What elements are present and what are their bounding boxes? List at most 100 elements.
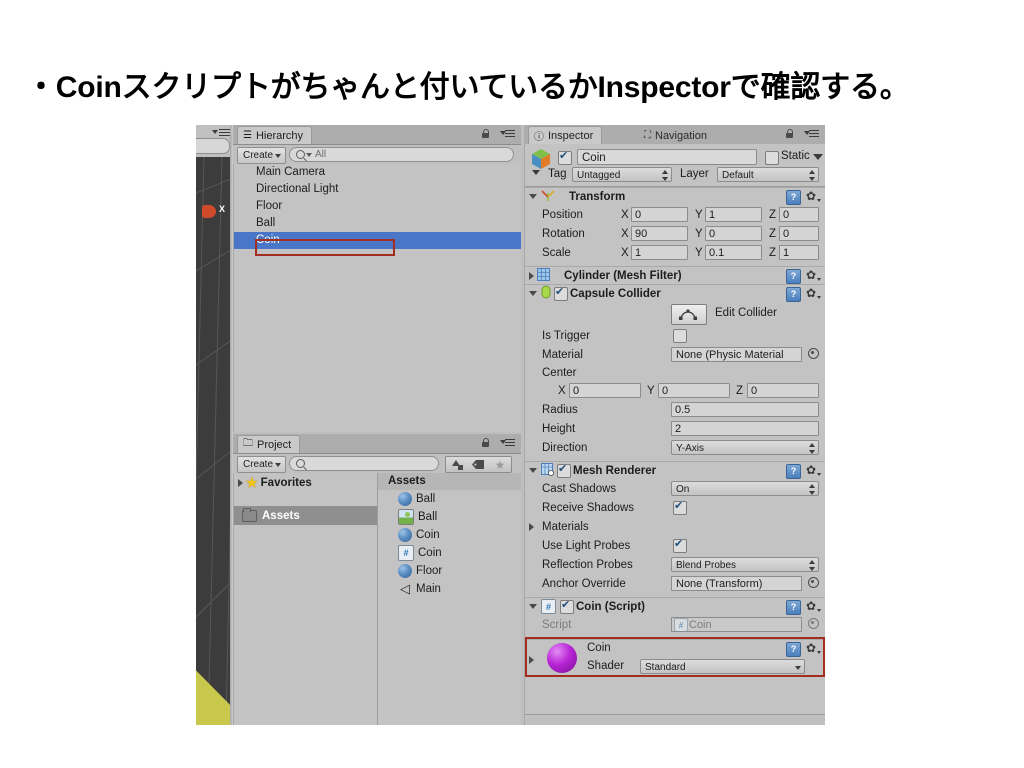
transform-component-header[interactable]: Transform ? ✿ — [525, 187, 825, 205]
chevron-down-icon[interactable] — [529, 194, 537, 199]
scale-z-input[interactable]: 1 — [779, 245, 819, 260]
capsule-collider-enabled-checkbox[interactable] — [554, 286, 568, 301]
receive-shadows-checkbox[interactable] — [673, 500, 687, 515]
project-tree-column[interactable]: ★ Favorites Assets — [234, 473, 378, 725]
help-icon[interactable]: ? — [786, 464, 801, 479]
cast-shadows-dropdown[interactable]: On — [671, 481, 819, 496]
gameobject-icon-caret[interactable] — [532, 170, 540, 175]
coin-script-enabled-checkbox[interactable] — [560, 599, 574, 614]
hierarchy-item-ball[interactable]: Ball — [234, 215, 521, 232]
project-assets-column[interactable]: Assets Ball Ball Coin # Coin Floor ◁ Mai… — [378, 473, 521, 725]
scale-x-input[interactable]: 1 — [631, 245, 688, 260]
hierarchy-list[interactable]: Main Camera Directional Light Floor Ball… — [233, 164, 521, 432]
project-favorites-row[interactable]: ★ Favorites — [234, 473, 377, 493]
center-y-input[interactable]: 0 — [658, 383, 730, 398]
project-asset-list[interactable]: Ball Ball Coin # Coin Floor ◁ Main — [378, 490, 521, 598]
rotation-y-input[interactable]: 0 — [705, 226, 762, 241]
height-input[interactable]: 2 — [671, 421, 819, 436]
capsule-collider-component-header[interactable]: Capsule Collider ? ✿ — [525, 284, 825, 302]
chevron-right-icon[interactable] — [238, 479, 243, 487]
hierarchy-item-floor[interactable]: Floor — [234, 198, 521, 215]
center-z-input[interactable]: 0 — [747, 383, 819, 398]
object-picker-icon[interactable] — [808, 348, 819, 359]
rotation-x-input[interactable]: 90 — [631, 226, 688, 241]
project-filter-favorite-icon[interactable]: ★ — [489, 456, 512, 473]
physic-material-field[interactable]: None (Physic Material — [671, 347, 802, 362]
project-filter-type-icon[interactable] — [445, 456, 469, 473]
radius-input[interactable]: 0.5 — [671, 402, 819, 417]
gear-icon[interactable]: ✿ — [806, 642, 821, 655]
gameobject-name-input[interactable]: Coin — [577, 149, 757, 165]
center-x-input[interactable]: 0 — [569, 383, 641, 398]
coin-script-component-header[interactable]: # Coin (Script) ? ✿ — [525, 597, 825, 615]
chevron-down-icon[interactable] — [529, 604, 537, 609]
hierarchy-create-button[interactable]: Create — [237, 147, 287, 164]
project-create-button[interactable]: Create — [237, 456, 287, 473]
gear-icon[interactable]: ✿ — [806, 287, 821, 300]
project-lock-icon[interactable] — [482, 438, 489, 447]
inspector-lock-icon[interactable] — [786, 129, 793, 138]
help-icon[interactable]: ? — [786, 600, 801, 615]
scale-y-input[interactable]: 0.1 — [705, 245, 762, 260]
mesh-filter-component-header[interactable]: Cylinder (Mesh Filter) ? ✿ — [525, 266, 825, 284]
help-icon[interactable]: ? — [786, 190, 801, 205]
asset-item-ball-mesh[interactable]: Ball — [378, 490, 521, 508]
hierarchy-item-coin[interactable]: Coin — [234, 232, 521, 249]
gear-icon[interactable]: ✿ — [806, 269, 821, 282]
static-dropdown-caret-icon[interactable] — [813, 154, 823, 160]
gear-icon[interactable]: ✿ — [806, 464, 821, 477]
use-light-probes-checkbox[interactable] — [673, 538, 687, 553]
is-trigger-checkbox[interactable] — [673, 328, 687, 343]
position-z-input[interactable]: 0 — [779, 207, 819, 222]
shader-dropdown[interactable]: Standard — [640, 659, 805, 674]
gear-icon[interactable]: ✿ — [806, 600, 821, 613]
project-filter-label-icon[interactable] — [467, 456, 490, 473]
tab-navigation[interactable]: ⛶ Navigation — [638, 126, 716, 144]
rotation-z-input[interactable]: 0 — [779, 226, 819, 241]
project-search-input[interactable] — [289, 456, 439, 471]
asset-item-main-scene[interactable]: ◁ Main — [378, 580, 521, 598]
project-assets-folder-row[interactable]: Assets — [234, 506, 377, 525]
hierarchy-item-main-camera[interactable]: Main Camera — [234, 164, 521, 181]
help-icon[interactable]: ? — [786, 269, 801, 284]
asset-item-floor-mesh[interactable]: Floor — [378, 562, 521, 580]
chevron-down-icon[interactable] — [529, 468, 537, 473]
chevron-right-icon[interactable] — [529, 523, 534, 531]
scene-menu-icon[interactable] — [214, 129, 230, 138]
scene-search-field[interactable] — [196, 138, 230, 154]
scene-gizmo-x-cone-icon[interactable] — [202, 205, 216, 218]
hierarchy-lock-icon[interactable] — [482, 129, 489, 138]
asset-item-coin-script[interactable]: # Coin — [378, 544, 521, 562]
asset-item-coin-mesh[interactable]: Coin — [378, 526, 521, 544]
scene-view-partial[interactable]: X — [196, 125, 233, 725]
chevron-right-icon[interactable] — [529, 656, 534, 664]
tab-inspector[interactable]: ⓘ Inspector — [528, 126, 603, 144]
gear-icon[interactable]: ✿ — [806, 190, 821, 203]
reflection-probes-dropdown[interactable]: Blend Probes — [671, 557, 819, 572]
static-checkbox[interactable] — [765, 151, 779, 165]
layer-dropdown[interactable]: Default — [717, 167, 819, 182]
asset-item-ball-material[interactable]: Ball — [378, 508, 521, 526]
hierarchy-item-directional-light[interactable]: Directional Light — [234, 181, 521, 198]
object-picker-icon[interactable] — [808, 577, 819, 588]
chevron-right-icon[interactable] — [529, 271, 534, 280]
materials-row[interactable]: Materials — [525, 517, 825, 536]
help-icon[interactable]: ? — [786, 287, 801, 302]
edit-collider-button[interactable] — [671, 304, 707, 325]
direction-dropdown[interactable]: Y-Axis — [671, 440, 819, 455]
position-y-input[interactable]: 1 — [705, 207, 762, 222]
tag-dropdown[interactable]: Untagged — [572, 167, 672, 182]
chevron-down-icon[interactable] — [529, 291, 537, 296]
help-icon[interactable]: ? — [786, 642, 801, 657]
gameobject-enabled-checkbox[interactable] — [558, 150, 572, 165]
tab-project[interactable]: 🗀 Project — [237, 435, 301, 453]
hierarchy-search-input[interactable]: All — [289, 147, 514, 162]
inspector-menu-icon[interactable] — [804, 130, 819, 138]
mesh-renderer-enabled-checkbox[interactable] — [557, 463, 571, 478]
project-menu-icon[interactable] — [500, 439, 515, 447]
material-preview-header[interactable]: Coin Shader Standard ? ✿ — [525, 639, 825, 678]
position-x-input[interactable]: 0 — [631, 207, 688, 222]
mesh-renderer-component-header[interactable]: Mesh Renderer ? ✿ — [525, 461, 825, 479]
tab-hierarchy[interactable]: ☰ Hierarchy — [237, 126, 313, 144]
anchor-override-field[interactable]: None (Transform) — [671, 576, 802, 591]
